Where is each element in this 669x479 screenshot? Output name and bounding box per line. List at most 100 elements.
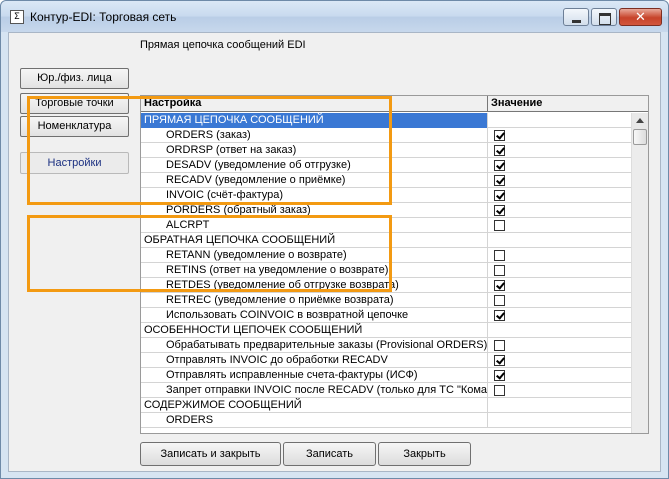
value-cell [488,278,630,293]
setting-row[interactable]: ORDERS [141,413,631,428]
value-cell [488,383,630,398]
value-cell [488,248,630,263]
nav-outlets-button[interactable]: Торговые точки [20,93,129,114]
setting-row[interactable]: RETREC (уведомление о приёмке возврата) [141,293,631,308]
client-area: Прямая цепочка сообщений EDI Юр./физ. ли… [8,32,661,472]
value-cell [488,113,630,128]
setting-row[interactable]: Обрабатывать предварительные заказы (Pro… [141,338,631,353]
setting-checkbox[interactable] [494,370,505,381]
section-label: ОСОБЕННОСТИ ЦЕПОЧЕК СООБЩЕНИЙ [141,323,488,338]
setting-checkbox[interactable] [494,265,505,276]
setting-row[interactable]: RETDES (уведомление об отгрузке возврата… [141,278,631,293]
setting-row[interactable]: RECADV (уведомление о приёмке) [141,173,631,188]
grid-rows: ПРЯМАЯ ЦЕПОЧКА СООБЩЕНИЙ ORDERS (заказ) OR… [141,113,631,428]
setting-label: ALCRPT [141,218,488,233]
value-cell [488,173,630,188]
app-icon[interactable]: Σ [10,10,24,24]
setting-checkbox[interactable] [494,295,505,306]
setting-checkbox[interactable] [494,145,505,156]
maximize-button[interactable] [591,8,617,26]
setting-checkbox[interactable] [494,340,505,351]
close-icon: ✕ [635,9,646,24]
title-bar[interactable]: Σ Контур-EDI: Торговая сеть ✕ [1,1,668,32]
setting-row[interactable]: PORDERS (обратный заказ) [141,203,631,218]
grid-header: Настройка Значение [141,96,648,112]
nav-nomenclature-button[interactable]: Номенклатура [20,116,129,137]
setting-label: ORDRSP (ответ на заказ) [141,143,488,158]
value-cell [488,308,630,323]
value-cell [488,413,630,428]
value-cell [488,158,630,173]
setting-checkbox[interactable] [494,250,505,261]
setting-row[interactable]: RETINS (ответ на уведомление о возврате) [141,263,631,278]
value-cell [488,323,630,338]
setting-label: RETREC (уведомление о приёмке возврата) [141,293,488,308]
value-cell [488,128,630,143]
value-cell [488,353,630,368]
value-cell [488,218,630,233]
close-button[interactable]: Закрыть [378,442,471,466]
value-cell [488,143,630,158]
app-window: Σ Контур-EDI: Торговая сеть ✕ Прямая цеп… [0,0,669,479]
nav-settings-button[interactable]: Настройки [20,152,129,174]
close-window-button[interactable]: ✕ [619,8,662,26]
setting-checkbox[interactable] [494,280,505,291]
setting-checkbox[interactable] [494,310,505,321]
scroll-thumb[interactable] [633,129,647,145]
setting-checkbox[interactable] [494,130,505,141]
minimize-button[interactable] [563,8,589,26]
setting-checkbox[interactable] [494,205,505,216]
section-label: ПРЯМАЯ ЦЕПОЧКА СООБЩЕНИЙ [141,113,488,128]
setting-checkbox[interactable] [494,190,505,201]
setting-row[interactable]: ALCRPT [141,218,631,233]
window-title: Контур-EDI: Торговая сеть [30,10,177,24]
setting-checkbox[interactable] [494,160,505,171]
nav-legal-entities-button[interactable]: Юр./физ. лица [20,68,129,89]
setting-row[interactable]: ORDERS (заказ) [141,128,631,143]
setting-label: Отправлять исправленные счета-фактуры (И… [141,368,488,383]
setting-label: Отправлять INVOIC до обработки RECADV [141,353,488,368]
value-cell [488,263,630,278]
setting-row[interactable]: Запрет отправки INVOIC после RECADV (тол… [141,383,631,398]
setting-row[interactable]: DESADV (уведомление об отгрузке) [141,158,631,173]
setting-checkbox[interactable] [494,355,505,366]
setting-checkbox[interactable] [494,220,505,231]
setting-label: Обрабатывать предварительные заказы (Pro… [141,338,488,353]
section-caption: Прямая цепочка сообщений EDI [140,39,306,51]
setting-label: DESADV (уведомление об отгрузке) [141,158,488,173]
setting-label: Запрет отправки INVOIC после RECADV (тол… [141,383,488,398]
save-button[interactable]: Записать [283,442,376,466]
setting-checkbox[interactable] [494,175,505,186]
column-header-setting[interactable]: Настройка [141,96,488,112]
value-cell [488,338,630,353]
section-label: СОДЕРЖИМОЕ СООБЩЕНИЙ [141,398,488,413]
scroll-up-icon[interactable] [632,113,648,129]
setting-label: RETINS (ответ на уведомление о возврате) [141,263,488,278]
setting-label: PORDERS (обратный заказ) [141,203,488,218]
section-label: ОБРАТНАЯ ЦЕПОЧКА СООБЩЕНИЙ [141,233,488,248]
setting-row[interactable]: Отправлять INVOIC до обработки RECADV [141,353,631,368]
setting-label: ORDERS (заказ) [141,128,488,143]
setting-row[interactable]: INVOIC (счёт-фактура) [141,188,631,203]
value-cell [488,293,630,308]
setting-row[interactable]: RETANN (уведомление о возврате) [141,248,631,263]
value-cell [488,188,630,203]
value-cell [488,368,630,383]
setting-label: RETANN (уведомление о возврате) [141,248,488,263]
setting-row[interactable]: Отправлять исправленные счета-фактуры (И… [141,368,631,383]
section-row[interactable]: ОСОБЕННОСТИ ЦЕПОЧЕК СООБЩЕНИЙ [141,323,631,338]
setting-label: INVOIC (счёт-фактура) [141,188,488,203]
section-row[interactable]: СОДЕРЖИМОЕ СООБЩЕНИЙ [141,398,631,413]
section-row[interactable]: ОБРАТНАЯ ЦЕПОЧКА СООБЩЕНИЙ [141,233,631,248]
column-header-value[interactable]: Значение [488,96,628,112]
save-and-close-button[interactable]: Записать и закрыть [140,442,281,466]
value-cell [488,398,630,413]
vertical-scrollbar[interactable] [631,113,648,433]
setting-row[interactable]: ORDRSP (ответ на заказ) [141,143,631,158]
setting-checkbox[interactable] [494,385,505,396]
setting-label: RECADV (уведомление о приёмке) [141,173,488,188]
setting-label: Использовать COINVOIC в возвратной цепоч… [141,308,488,323]
value-cell [488,203,630,218]
setting-row[interactable]: Использовать COINVOIC в возвратной цепоч… [141,308,631,323]
section-row[interactable]: ПРЯМАЯ ЦЕПОЧКА СООБЩЕНИЙ [141,113,631,128]
